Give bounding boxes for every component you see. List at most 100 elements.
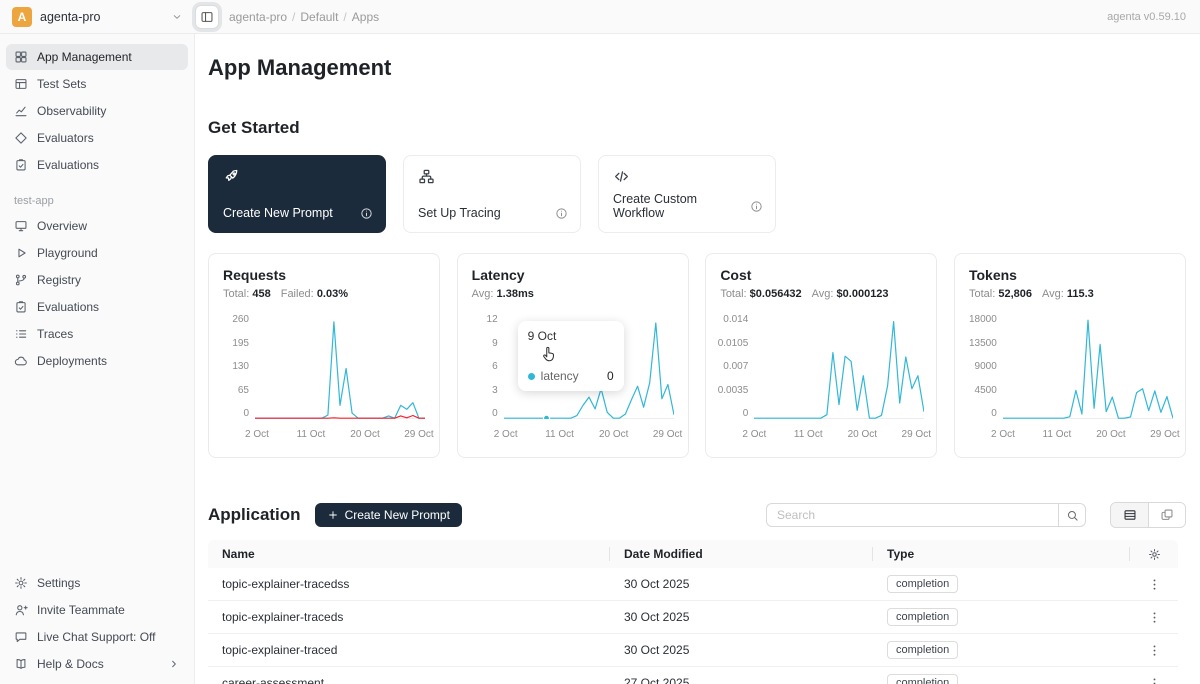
sidebar-item-live-chat-support-off[interactable]: Live Chat Support: Off	[6, 624, 188, 650]
table-row-career-assessment[interactable]: career-assessment27 Oct 2025completion	[208, 667, 1178, 684]
sidebar-item-invite-teammate[interactable]: Invite Teammate	[6, 597, 188, 623]
y-axis-tick: 3	[492, 386, 498, 396]
column-header-type: Type	[873, 540, 1130, 568]
y-axis-tick: 12	[487, 315, 498, 325]
sidebar-item-observability[interactable]: Observability	[6, 98, 188, 124]
card-label: Set Up Tracing	[418, 206, 501, 220]
sidebar-item-settings[interactable]: Settings	[6, 570, 188, 596]
info-icon-wrap[interactable]	[750, 200, 763, 213]
app-window: A agenta-pro agenta-pro/Default/Apps age…	[0, 0, 1200, 684]
row-actions-button[interactable]	[1130, 643, 1178, 658]
chart-plot[interactable]: 0.0140.01050.0070.00350	[720, 315, 922, 424]
sidebar-item-overview[interactable]: Overview	[6, 213, 188, 239]
breadcrumb-separator: /	[343, 10, 346, 24]
rows-view-icon	[1123, 508, 1137, 522]
info-icon	[750, 200, 763, 213]
y-axis-tick: 0.014	[723, 315, 748, 325]
page-title: App Management	[208, 54, 1186, 82]
chart-card-requests: RequestsTotal: 458Failed: 0.03%260195130…	[208, 253, 440, 458]
chart-x-axis: 2 Oct11 Oct20 Oct29 Oct	[1003, 429, 1171, 443]
chart-y-axis: 129630	[472, 315, 504, 419]
sidebar-item-traces[interactable]: Traces	[6, 321, 188, 347]
search-input[interactable]	[766, 503, 1058, 527]
chart-stat: Total: 52,806	[969, 287, 1032, 301]
workspace-selector[interactable]: A agenta-pro	[0, 7, 195, 27]
type-cell: completion	[873, 608, 1130, 626]
sidebar-toggle-button[interactable]	[195, 5, 219, 29]
x-axis-tick: 2 Oct	[494, 429, 518, 440]
sidebar-item-evaluations[interactable]: Evaluations	[6, 152, 188, 178]
chart-plot[interactable]: 129630 9 Oct latency 0	[472, 315, 674, 424]
chart-title: Cost	[720, 266, 922, 284]
breadcrumb-item-default[interactable]: Default	[300, 10, 338, 24]
tooltip-date: 9 Oct	[528, 329, 614, 343]
sidebar-item-label: Traces	[37, 327, 73, 341]
chart-y-axis: 1800013500900045000	[969, 315, 1003, 419]
table-row-topic-explainer-traced[interactable]: topic-explainer-traced30 Oct 2025complet…	[208, 634, 1178, 667]
y-axis-tick: 0.0105	[718, 339, 749, 349]
card-view-button[interactable]	[1148, 503, 1185, 527]
sidebar-item-help-docs[interactable]: Help & Docs	[6, 651, 188, 677]
info-icon-wrap[interactable]	[360, 207, 373, 220]
chart-x-axis: 2 Oct11 Oct20 Oct29 Oct	[257, 429, 425, 443]
chart-stat: Total: 458	[223, 287, 271, 301]
dots-vertical-icon	[1147, 577, 1162, 592]
chart-stat: Avg: 115.3	[1042, 287, 1094, 301]
y-axis-tick: 13500	[969, 339, 997, 349]
mouse-cursor-icon	[540, 345, 558, 363]
type-cell: completion	[873, 575, 1130, 593]
sidebar-item-test-sets[interactable]: Test Sets	[6, 71, 188, 97]
sidebar-item-label: Invite Teammate	[37, 603, 125, 617]
dots-vertical-icon	[1147, 610, 1162, 625]
y-axis-tick: 0	[991, 409, 997, 419]
table-row-topic-explainer-traceds[interactable]: topic-explainer-traceds30 Oct 2025comple…	[208, 601, 1178, 634]
type-cell: completion	[873, 641, 1130, 659]
search-icon	[1066, 509, 1079, 522]
get-started-cards: Create New Prompt Set Up Tracing Create Cu…	[208, 155, 1186, 233]
chart-stat: Failed: 0.03%	[281, 287, 348, 301]
date-modified-cell: 30 Oct 2025	[610, 610, 873, 624]
sidebar-item-app-management[interactable]: App Management	[6, 44, 188, 70]
tooltip-series-name: latency	[541, 369, 579, 383]
chart-plot[interactable]: 260195130650	[223, 315, 425, 424]
sidebar-item-label: Observability	[37, 104, 106, 118]
table-icon	[14, 77, 28, 91]
get-started-card-create-new-prompt[interactable]: Create New Prompt	[208, 155, 386, 233]
y-axis-tick: 0.007	[723, 362, 748, 372]
sidebar-item-label: Test Sets	[37, 77, 86, 91]
date-modified-cell: 27 Oct 2025	[610, 676, 873, 684]
chart-x-axis: 2 Oct11 Oct20 Oct29 Oct	[506, 429, 674, 443]
chart-plot[interactable]: 1800013500900045000	[969, 315, 1171, 424]
get-started-card-create-custom-workflow[interactable]: Create Custom Workflow	[598, 155, 776, 233]
sidebar-item-label: Live Chat Support: Off	[37, 630, 156, 644]
chart-stats: Total: $0.056432Avg: $0.000123	[720, 287, 922, 301]
breadcrumb-item-apps[interactable]: Apps	[352, 10, 379, 24]
column-settings-button[interactable]	[1130, 540, 1178, 568]
chart-title: Tokens	[969, 266, 1171, 284]
sidebar-item-registry[interactable]: Registry	[6, 267, 188, 293]
info-icon-wrap[interactable]	[555, 207, 568, 220]
get-started-card-set-up-tracing[interactable]: Set Up Tracing	[403, 155, 581, 233]
sidebar-item-evaluations[interactable]: Evaluations	[6, 294, 188, 320]
info-icon	[360, 207, 373, 220]
row-actions-button[interactable]	[1130, 676, 1178, 684]
sidebar-item-evaluators[interactable]: Evaluators	[6, 125, 188, 151]
sidebar-item-playground[interactable]: Playground	[6, 240, 188, 266]
sidebar-item-label: Overview	[37, 219, 87, 233]
book-icon	[14, 657, 28, 671]
breadcrumb-item-agenta-pro[interactable]: agenta-pro	[229, 10, 287, 24]
row-actions-button[interactable]	[1130, 610, 1178, 625]
create-new-prompt-button[interactable]: Create New Prompt	[315, 503, 462, 527]
search-button[interactable]	[1058, 503, 1086, 527]
chart-stat: Total: $0.056432	[720, 287, 801, 301]
sidebar-item-deployments[interactable]: Deployments	[6, 348, 188, 374]
row-actions-button[interactable]	[1130, 577, 1178, 592]
x-axis-tick: 20 Oct	[1096, 429, 1125, 440]
diamond-icon	[14, 131, 28, 145]
table-view-button[interactable]	[1111, 503, 1148, 527]
series-dot	[528, 373, 535, 380]
table-row-topic-explainer-tracedss[interactable]: topic-explainer-tracedss30 Oct 2025compl…	[208, 568, 1178, 601]
y-axis-tick: 195	[232, 339, 249, 349]
tooltip-series-value: 0	[607, 369, 614, 383]
y-axis-tick: 18000	[969, 315, 997, 325]
